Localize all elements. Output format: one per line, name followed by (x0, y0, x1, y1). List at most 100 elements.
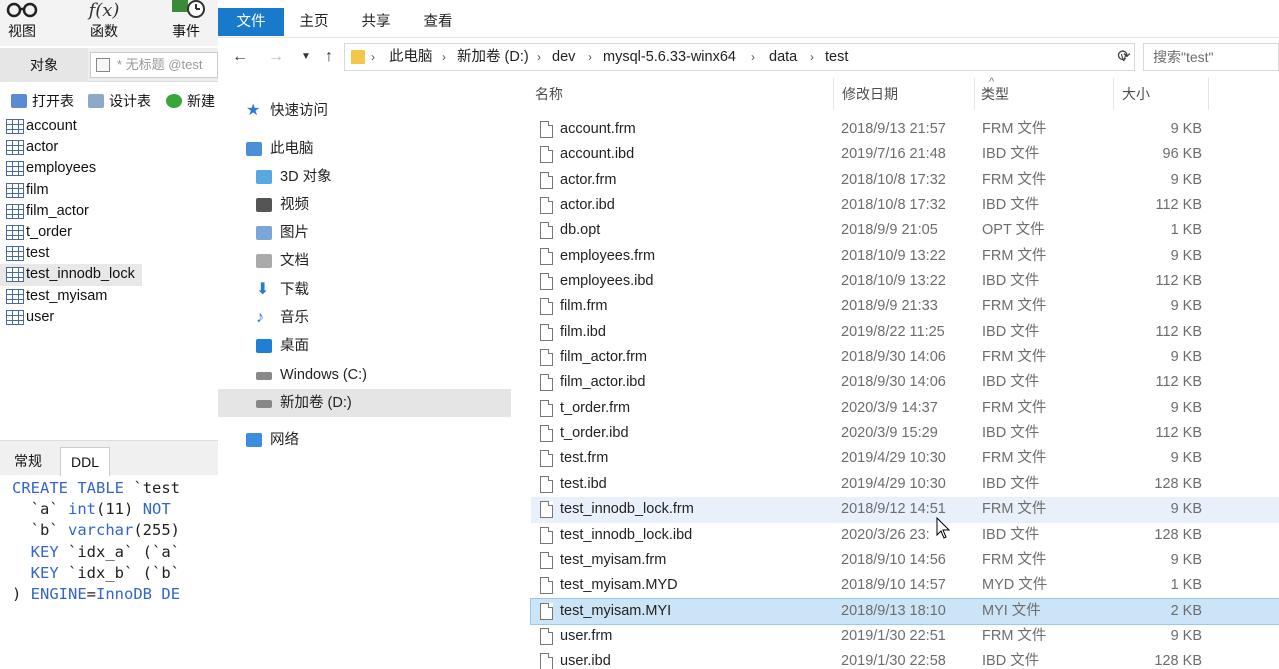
refresh-icon[interactable]: ⟳ (1113, 43, 1135, 71)
tab-share[interactable]: 共享 (360, 8, 392, 36)
file-type: IBD 文件 (982, 653, 1040, 669)
nav-item[interactable]: 网络 (218, 426, 511, 454)
file-row[interactable]: test_myisam.frm 2018/9/10 14:56 FRM 文件 9 KB (531, 548, 1279, 573)
file-size: 128 KB (1154, 475, 1202, 492)
nav-item[interactable]: 此电脑 (218, 135, 511, 163)
file-row[interactable]: db.opt 2018/9/9 21:05 OPT 文件 1 KB (531, 218, 1279, 243)
breadcrumb-test[interactable]: test (825, 44, 848, 70)
table-item[interactable]: account (0, 116, 218, 137)
network-icon (246, 433, 262, 447)
file-row[interactable]: t_order.ibd 2020/3/9 15:29 IBD 文件 112 KB (531, 421, 1279, 446)
tab-ddl[interactable]: DDL (60, 447, 111, 476)
file-row[interactable]: film_actor.ibd 2018/9/30 14:06 IBD 文件 112 K… (531, 370, 1279, 395)
recent-dropdown-icon[interactable]: ▼ (296, 47, 316, 67)
table-item[interactable]: film (0, 180, 218, 201)
breadcrumb-data[interactable]: data (769, 44, 797, 70)
file-row[interactable]: test.ibd 2019/4/29 10:30 IBD 文件 128 KB (531, 472, 1279, 497)
file-date: 2018/9/10 14:56 (841, 551, 946, 568)
file-row[interactable]: t_order.frm 2020/3/9 14:37 FRM 文件 9 KB (531, 396, 1279, 421)
breadcrumb-chevron-icon[interactable]: › (810, 44, 814, 70)
event-button[interactable]: 事件 (156, 0, 216, 46)
file-row[interactable]: test_myisam.MYI 2018/9/13 18:10 MYI 文件 2 KB (530, 597, 1279, 625)
nav-item[interactable]: 3D 对象 (218, 163, 511, 191)
column-date[interactable]: 修改日期 (840, 76, 898, 112)
file-name: test_myisam.frm (560, 551, 667, 568)
view-button[interactable]: 视图 (0, 0, 52, 46)
open-table-button[interactable]: 打开表 (9, 90, 74, 112)
column-size[interactable]: 大小 (1120, 76, 1150, 112)
nav-item[interactable]: 视频 (218, 191, 511, 219)
tab-view[interactable]: 查看 (422, 8, 454, 36)
nav-item[interactable]: 桌面 (218, 332, 511, 360)
file-size: 2 KB (1170, 602, 1202, 619)
untitled-query-tab[interactable]: * 无标题 @test (90, 52, 218, 78)
column-divider[interactable] (1208, 78, 1209, 110)
file-row[interactable]: test_myisam.MYD 2018/9/10 14:57 MYD 文件 1 KB (531, 573, 1279, 598)
file-row[interactable]: test.frm 2019/4/29 10:30 FRM 文件 9 KB (531, 446, 1279, 471)
file-row[interactable]: test_innodb_lock.ibd 2020/3/26 23: IBD 文件 1… (531, 523, 1279, 548)
file-row[interactable]: account.ibd 2019/7/16 21:48 IBD 文件 96 KB (531, 142, 1279, 167)
file-row[interactable]: user.ibd 2019/1/30 22:58 IBD 文件 128 KB (531, 649, 1279, 669)
file-row[interactable]: employees.frm 2018/10/9 13:22 FRM 文件 9 KB (531, 244, 1279, 269)
file-row[interactable]: film_actor.frm 2018/9/30 14:06 FRM 文件 9 KB (531, 345, 1279, 370)
file-row[interactable]: film.frm 2018/9/9 21:33 FRM 文件 9 KB (531, 294, 1279, 319)
search-input[interactable]: 搜索"test" (1143, 43, 1279, 71)
object-tab[interactable]: 对象 (0, 48, 88, 82)
breadcrumb-chevron-icon[interactable]: › (537, 44, 541, 70)
file-row[interactable]: film.ibd 2019/8/22 11:25 IBD 文件 112 KB (531, 320, 1279, 345)
table-item[interactable]: actor (0, 137, 218, 158)
file-row[interactable]: actor.ibd 2018/10/8 17:32 IBD 文件 112 KB (531, 193, 1279, 218)
breadcrumb-dev[interactable]: dev (552, 44, 575, 70)
file-row[interactable]: user.frm 2019/1/30 22:51 FRM 文件 9 KB (531, 624, 1279, 649)
breadcrumb-mysql[interactable]: mysql-5.6.33-winx64 (603, 44, 736, 70)
file-row[interactable]: actor.frm 2018/10/8 17:32 FRM 文件 9 KB (531, 168, 1279, 193)
table-item[interactable]: film_actor (0, 201, 218, 222)
nav-item[interactable]: ♪ 音乐 (218, 304, 511, 332)
breadcrumb-chevron-icon[interactable]: › (371, 44, 375, 70)
file-date: 2020/3/26 23: (841, 526, 930, 543)
file-date: 2018/9/30 14:06 (841, 349, 946, 366)
table-item[interactable]: employees (0, 158, 218, 179)
nav-item[interactable]: Windows (C:) (218, 361, 511, 389)
function-button[interactable]: f(x) 函数 (74, 0, 134, 46)
tab-file[interactable]: 文件 (218, 8, 284, 36)
breadcrumb-chevron-icon[interactable]: › (588, 44, 592, 70)
table-item[interactable]: test_myisam (0, 286, 218, 307)
ddl-viewer[interactable]: CREATE TABLE `test `a` int(11) NOT `b` v… (0, 478, 218, 669)
file-row[interactable]: account.frm 2018/9/13 21:57 FRM 文件 9 KB (531, 117, 1279, 142)
file-row[interactable]: test_innodb_lock.frm 2018/9/12 14:51 FRM 文… (531, 497, 1279, 523)
design-table-button[interactable]: 设计表 (86, 90, 151, 112)
file-icon (540, 501, 553, 519)
file-row[interactable]: employees.ibd 2018/10/9 13:22 IBD 文件 112 KB (531, 269, 1279, 294)
column-name[interactable]: 名称 (533, 76, 563, 112)
nav-item[interactable]: ⬇ 下载 (218, 276, 511, 304)
nav-item[interactable]: ★ 快速访问 (218, 97, 511, 125)
table-item[interactable]: t_order (0, 222, 218, 243)
breadcrumb-chevron-icon[interactable]: › (751, 44, 755, 70)
column-type[interactable]: 类型 (979, 76, 1009, 112)
table-item[interactable]: test (0, 243, 218, 264)
file-size: 128 KB (1154, 653, 1202, 669)
forward-icon[interactable]: → (266, 47, 286, 67)
nav-item[interactable]: 文档 (218, 247, 511, 275)
breadcrumb-drive-d[interactable]: 新加卷 (D:) (457, 44, 529, 70)
nav-item[interactable]: 新加卷 (D:) (218, 389, 511, 417)
tab-home[interactable]: 主页 (298, 8, 330, 36)
column-divider[interactable] (1113, 78, 1114, 110)
up-icon[interactable]: ↑ (319, 47, 339, 67)
column-divider[interactable] (974, 78, 975, 110)
breadcrumb-chevron-icon[interactable]: › (442, 44, 446, 70)
new-table-button[interactable]: 新建 (164, 90, 215, 112)
table-item[interactable]: user (0, 307, 218, 328)
tab-general[interactable]: 常规 (4, 447, 52, 476)
table-item[interactable]: test_innodb_lock (0, 264, 142, 286)
nav-item[interactable]: 图片 (218, 219, 511, 247)
query-icon (96, 58, 110, 72)
file-icon (540, 146, 553, 164)
file-size: 128 KB (1154, 526, 1202, 543)
breadcrumb-this-pc[interactable]: 此电脑 (389, 44, 433, 70)
address-bar[interactable]: › 此电脑 › 新加卷 (D:) › dev › mysql-5.6.33-wi… (344, 43, 1135, 71)
back-icon[interactable]: ← (230, 47, 250, 67)
column-divider[interactable] (833, 78, 834, 110)
file-date: 2019/8/22 11:25 (841, 323, 945, 340)
